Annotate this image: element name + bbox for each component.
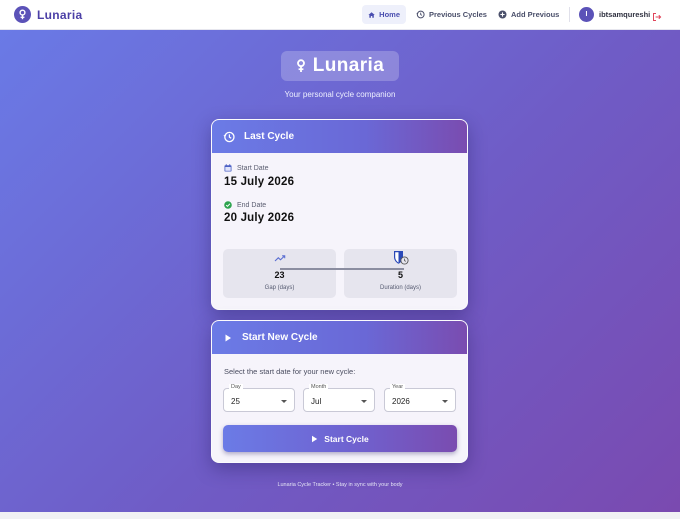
new-cycle-helper-text: Select the start date for your new cycle… bbox=[224, 367, 356, 376]
nav-previous-cycles[interactable]: Previous Cycles bbox=[410, 5, 493, 24]
new-cycle-title: Start New Cycle bbox=[242, 332, 318, 343]
nav-home-label: Home bbox=[379, 10, 400, 19]
play-icon bbox=[225, 334, 231, 341]
nav-divider bbox=[569, 7, 570, 22]
username[interactable]: ibtsamqureshi bbox=[599, 10, 650, 19]
start-cycle-label: Start Cycle bbox=[324, 433, 369, 444]
female-icon bbox=[14, 6, 31, 23]
year-select-label: Year bbox=[390, 384, 406, 390]
footer-text: Lunaria Cycle Tracker • Stay in sync wit… bbox=[277, 482, 403, 488]
duration-stat: 5 Duration (days) bbox=[344, 249, 457, 298]
chevron-down-icon bbox=[361, 400, 367, 403]
end-date-value: 20 July 2026 bbox=[224, 212, 295, 224]
shield-clock-icon bbox=[393, 251, 409, 265]
brand[interactable]: Lunaria bbox=[14, 6, 82, 23]
duration-label: Duration (days) bbox=[379, 285, 421, 291]
hero-badge: Lunaria bbox=[281, 51, 399, 81]
start-date-value: 15 July 2026 bbox=[224, 176, 295, 188]
check-circle-icon bbox=[224, 201, 232, 209]
nav-add-previous[interactable]: Add Previous bbox=[492, 5, 565, 24]
month-select-label: Month bbox=[309, 384, 329, 390]
nav-add-previous-label: Add Previous bbox=[511, 10, 560, 19]
female-icon bbox=[296, 59, 305, 72]
last-cycle-header: Last Cycle bbox=[212, 120, 467, 153]
play-icon bbox=[312, 435, 318, 442]
day-select[interactable]: Day 25 bbox=[223, 384, 295, 412]
duration-value: 5 bbox=[397, 270, 403, 280]
nav-home[interactable]: Home bbox=[362, 5, 406, 24]
hero-title: Lunaria bbox=[312, 55, 385, 76]
chevron-down-icon bbox=[281, 400, 287, 403]
calendar-icon bbox=[224, 164, 232, 172]
year-select[interactable]: Year 2026 bbox=[384, 384, 456, 412]
chevron-down-icon bbox=[442, 400, 448, 403]
day-select-value: 25 bbox=[231, 397, 240, 406]
avatar[interactable]: I bbox=[579, 7, 594, 22]
start-cycle-button[interactable]: Start Cycle bbox=[223, 425, 457, 452]
gap-value: 23 bbox=[274, 270, 285, 280]
page-bottom bbox=[0, 512, 680, 519]
new-cycle-card: Start New Cycle Select the start date fo… bbox=[211, 320, 468, 463]
hero-subtitle: Your personal cycle companion bbox=[284, 90, 396, 99]
logout-icon[interactable] bbox=[652, 9, 662, 27]
last-cycle-title: Last Cycle bbox=[244, 131, 295, 142]
gap-stat: 23 Gap (days) bbox=[223, 249, 336, 298]
home-icon bbox=[368, 11, 375, 18]
month-select-value: Jul bbox=[311, 397, 322, 406]
navbar: Lunaria Home Previous Cycles Add Previou… bbox=[0, 0, 680, 30]
brand-name: Lunaria bbox=[37, 7, 83, 22]
history-icon bbox=[223, 131, 235, 142]
year-select-value: 2026 bbox=[392, 397, 410, 406]
trending-up-icon bbox=[274, 255, 285, 262]
history-icon bbox=[416, 10, 425, 19]
end-date-label: End Date bbox=[224, 201, 266, 209]
nav-previous-cycles-label: Previous Cycles bbox=[429, 10, 487, 19]
month-select[interactable]: Month Jul bbox=[303, 384, 375, 412]
start-date-label: Start Date bbox=[224, 164, 269, 172]
stat-divider-line bbox=[280, 268, 404, 270]
last-cycle-card: Last Cycle Start Date 15 July 2026 End D… bbox=[211, 119, 468, 310]
plus-circle-icon bbox=[498, 10, 507, 19]
new-cycle-header: Start New Cycle bbox=[212, 321, 467, 354]
day-select-label: Day bbox=[229, 384, 243, 390]
gap-label: Gap (days) bbox=[264, 285, 295, 291]
